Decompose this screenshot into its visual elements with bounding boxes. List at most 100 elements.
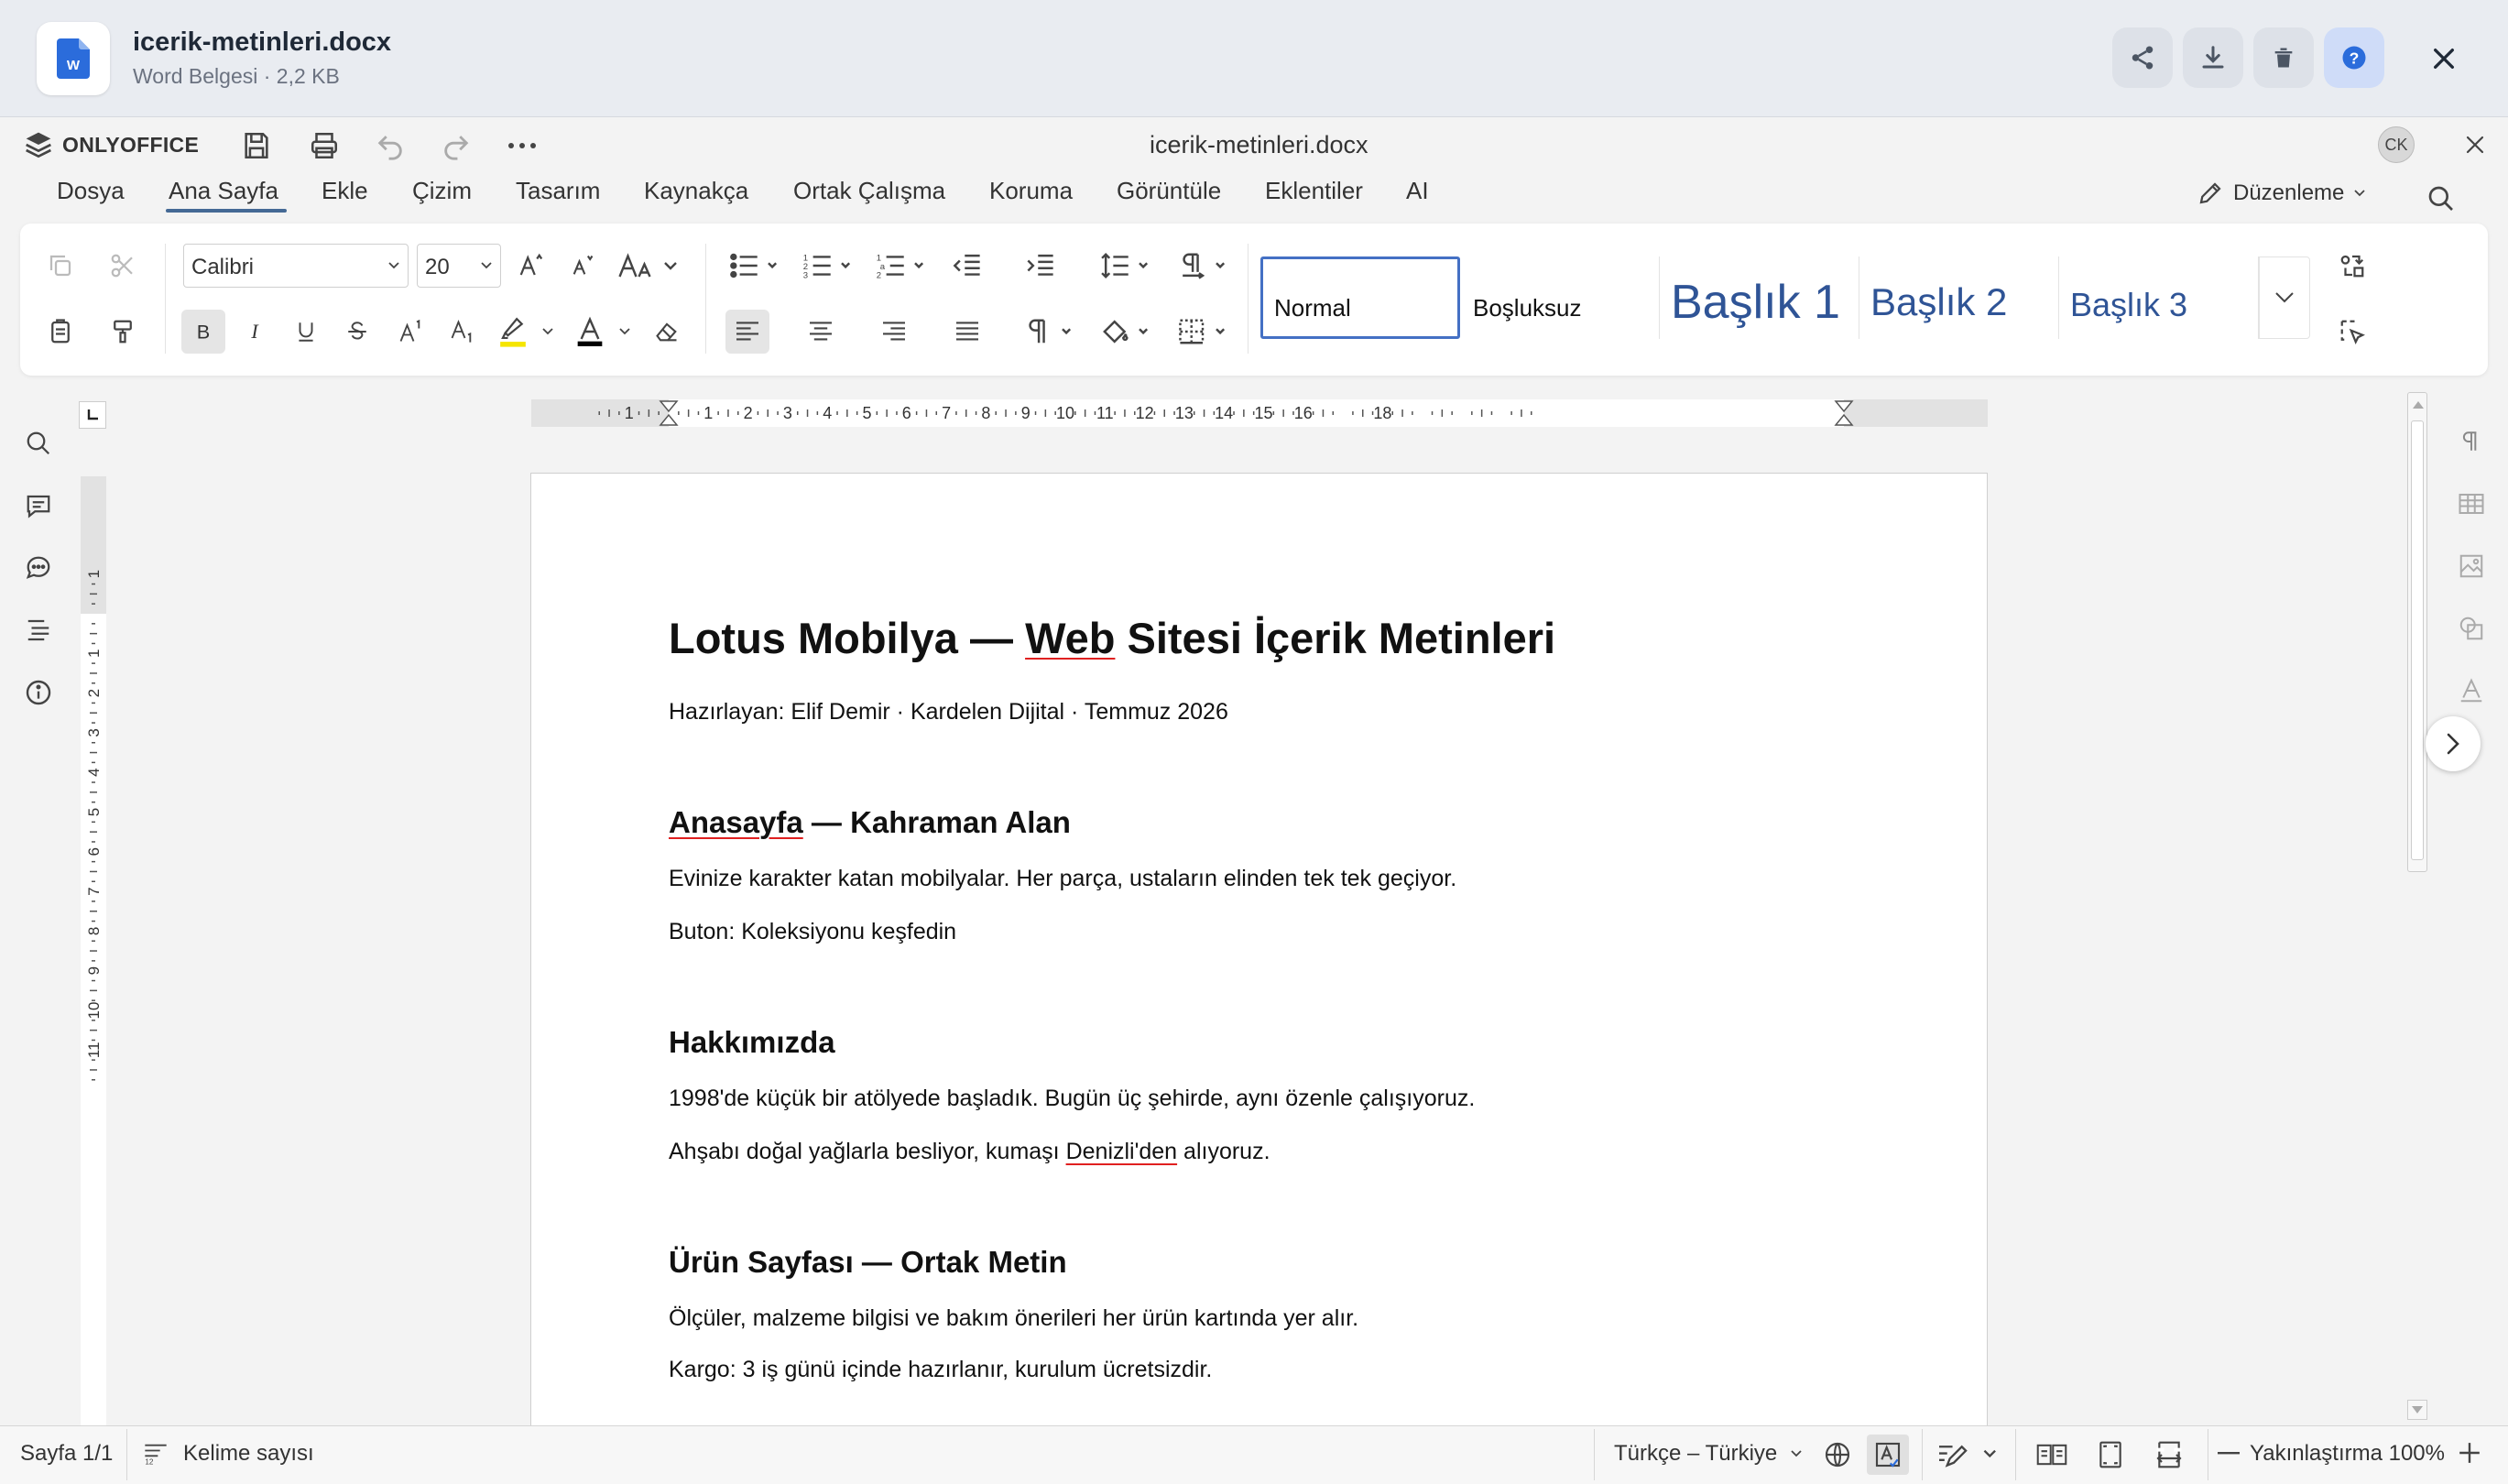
replace-button[interactable] (2330, 244, 2374, 288)
increase-font-button[interactable] (509, 244, 553, 288)
clear-formatting-button[interactable] (645, 310, 689, 354)
search-button[interactable] (2418, 176, 2464, 222)
table-settings-button[interactable] (2449, 482, 2493, 526)
select-all-button[interactable] (2330, 310, 2374, 354)
tab-references[interactable]: Kaynakça (644, 177, 748, 205)
page-indicator[interactable]: Sayfa 1/1 (20, 1441, 113, 1467)
highlight-dropdown[interactable] (539, 322, 557, 341)
italic-button[interactable]: I (233, 310, 277, 354)
delete-button[interactable] (2253, 27, 2314, 88)
style-no-spacing[interactable]: Boşluksuz (1460, 256, 1660, 339)
comments-button[interactable] (18, 486, 59, 526)
tab-view[interactable]: Görüntüle (1117, 177, 1221, 205)
collapse-panel-button[interactable] (2426, 716, 2481, 771)
style-heading-3[interactable]: Başlık 3 (2059, 256, 2259, 339)
paste-button[interactable] (38, 310, 82, 354)
tab-protection[interactable]: Koruma (989, 177, 1073, 205)
scroll-down-button[interactable] (2407, 1400, 2427, 1420)
underline-button[interactable] (284, 310, 328, 354)
multi-page-view-button[interactable] (2032, 1436, 2072, 1473)
shading-button[interactable] (1096, 310, 1156, 354)
chat-button[interactable] (18, 548, 59, 588)
nonprinting-characters-button[interactable] (1019, 310, 1079, 354)
fit-page-button[interactable] (2090, 1436, 2131, 1473)
document-page[interactable]: Lotus Mobilya — Web Sitesi İçerik Metinl… (530, 473, 1988, 1484)
tab-plugins[interactable]: Eklentiler (1265, 177, 1363, 205)
font-name-select[interactable]: Calibri (183, 244, 409, 288)
language-select[interactable]: Türkçe – Türkiye (1614, 1441, 1803, 1467)
user-avatar[interactable]: CK (2378, 126, 2415, 163)
tab-draw[interactable]: Çizim (412, 177, 472, 205)
align-center-button[interactable] (799, 310, 843, 354)
paragraph-settings-button[interactable] (2449, 420, 2493, 464)
tab-home[interactable]: Ana Sayfa (169, 177, 278, 205)
superscript-button[interactable] (388, 310, 432, 354)
format-painter-button[interactable] (101, 310, 145, 354)
document-language-button[interactable] (1819, 1436, 1856, 1473)
change-case-button[interactable] (614, 244, 683, 288)
ruler-label: 6 (85, 847, 103, 856)
spell-check-button[interactable] (1867, 1435, 1909, 1475)
track-changes-button[interactable] (1935, 1436, 2002, 1473)
subscript-button[interactable] (440, 310, 484, 354)
decrease-indent-button[interactable] (945, 244, 989, 288)
decrease-font-button[interactable] (561, 244, 605, 288)
zoom-in-button[interactable] (2455, 1438, 2484, 1468)
zoom-out-button[interactable] (2215, 1440, 2242, 1468)
font-color-button[interactable] (568, 310, 612, 354)
strikethrough-button[interactable] (335, 310, 379, 354)
numbered-list-button[interactable]: 123 (799, 244, 857, 288)
style-normal[interactable]: Normal (1260, 256, 1460, 339)
save-button[interactable] (236, 125, 277, 166)
highlight-color-button[interactable] (491, 310, 535, 354)
editing-mode-dropdown[interactable]: Düzenleme (2197, 180, 2366, 207)
print-button[interactable] (304, 125, 344, 166)
shape-settings-button[interactable] (2449, 606, 2493, 650)
zoom-level[interactable]: Yakınlaştırma 100% (2250, 1441, 2445, 1467)
word-count-button[interactable]: 12 Kelime sayısı (143, 1441, 313, 1467)
scroll-thumb[interactable] (2411, 420, 2424, 860)
tab-insert[interactable]: Ekle (322, 177, 368, 205)
line-spacing-button[interactable] (1096, 244, 1156, 288)
tab-layout[interactable]: Tasarım (516, 177, 600, 205)
vertical-ruler[interactable]: 1 1 2 3 4 5 6 7 8 9 10 11 (81, 476, 106, 1429)
font-size-select[interactable]: 20 (417, 244, 501, 288)
redo-button[interactable] (436, 125, 476, 166)
fit-width-button[interactable] (2149, 1436, 2189, 1473)
align-left-button[interactable] (725, 310, 769, 354)
style-heading-2[interactable]: Başlık 2 (1859, 256, 2059, 339)
help-button[interactable]: ? (2324, 27, 2384, 88)
borders-button[interactable] (1172, 310, 1233, 354)
ruler-label: 11 (1096, 404, 1114, 422)
tab-file[interactable]: Dosya (57, 177, 125, 205)
left-rail-search-button[interactable] (18, 423, 59, 464)
text-art-settings-button[interactable] (2449, 669, 2493, 713)
increase-indent-button[interactable] (1019, 244, 1063, 288)
align-right-button[interactable] (872, 310, 916, 354)
vertical-scrollbar[interactable] (2407, 392, 2427, 872)
download-button[interactable] (2183, 27, 2243, 88)
font-color-dropdown[interactable] (616, 322, 634, 341)
tab-ai[interactable]: AI (1406, 177, 1429, 205)
bold-button[interactable]: B (181, 310, 225, 354)
multilevel-list-button[interactable]: 1a2 (872, 244, 931, 288)
image-settings-button[interactable] (2449, 544, 2493, 588)
style-heading-1[interactable]: Başlık 1 (1660, 256, 1859, 339)
tab-collaboration[interactable]: Ortak Çalışma (793, 177, 945, 205)
close-viewer-button[interactable] (2418, 33, 2470, 84)
styles-expand-button[interactable] (2259, 256, 2310, 339)
bullet-list-button[interactable] (725, 244, 784, 288)
share-button[interactable] (2112, 27, 2173, 88)
justify-button[interactable] (945, 310, 989, 354)
copy-button[interactable] (38, 244, 82, 288)
close-editor-button[interactable] (2457, 126, 2493, 163)
paragraph-direction-button[interactable] (1172, 244, 1233, 288)
style-no-spacing-label: Boşluksuz (1473, 294, 1582, 322)
undo-button[interactable] (370, 125, 410, 166)
tab-stop-selector[interactable] (79, 401, 106, 429)
more-button[interactable] (502, 125, 542, 166)
navigation-button[interactable] (18, 610, 59, 650)
document-info-button[interactable] (18, 672, 59, 713)
cut-button[interactable] (101, 244, 145, 288)
horizontal-ruler[interactable]: 1 1 2 3 4 5 6 7 8 9 10 11 12 13 14 15 16 18 (531, 399, 1988, 427)
